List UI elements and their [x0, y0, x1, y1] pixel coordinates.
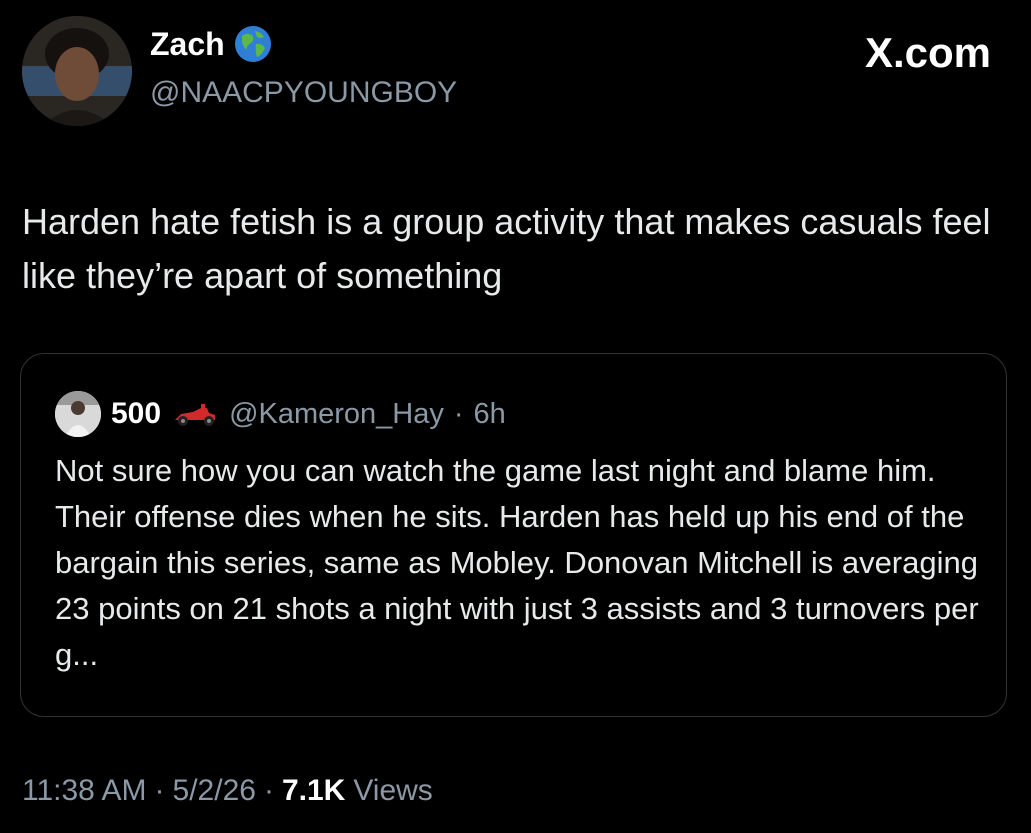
views-label: Views	[353, 774, 433, 807]
views-count: 7.1K	[281, 774, 346, 807]
quoted-author-name[interactable]: 500	[111, 397, 161, 431]
quoted-tweet-time[interactable]: 6h	[474, 398, 506, 431]
quoted-tweet-card[interactable]: 500 @Kameron_Hay · 6h Not sure how you c…	[20, 353, 1007, 717]
globe-icon	[233, 24, 273, 64]
separator-dot: ·	[453, 397, 464, 430]
x-com-watermark: X.com	[864, 29, 991, 76]
author-avatar[interactable]	[22, 16, 132, 126]
race-car-icon	[171, 400, 219, 428]
tweet-text: Harden hate fetish is a group activity t…	[22, 201, 991, 296]
tweet-date[interactable]: 5/2/26	[173, 776, 256, 806]
author-handle[interactable]: @NAACPYOUNGBOY	[150, 78, 457, 108]
quoted-tweet-header: 500 @Kameron_Hay · 6h	[55, 390, 506, 438]
tweet-meta: 11:38 AM · 5/2/26 · 7.1K Views	[22, 776, 433, 806]
author-display-name[interactable]: Zach	[150, 28, 225, 60]
quoted-author-handle[interactable]: @Kameron_Hay	[229, 398, 444, 431]
separator-dot: ·	[154, 774, 165, 807]
quoted-author-avatar[interactable]	[55, 391, 101, 437]
tweet-time[interactable]: 11:38 AM	[22, 776, 147, 806]
separator-dot: ·	[263, 774, 274, 807]
author-name-row[interactable]: Zach	[150, 24, 273, 64]
quoted-tweet-text: Not sure how you can watch the game last…	[55, 453, 979, 672]
